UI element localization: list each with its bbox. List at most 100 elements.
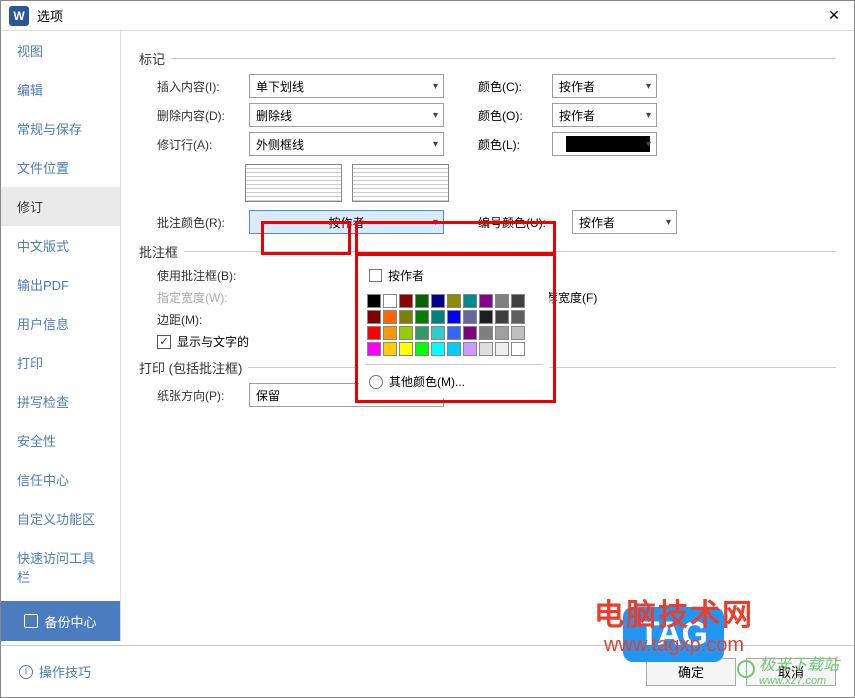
color-swatch[interactable]	[447, 326, 461, 340]
color-swatch[interactable]	[479, 294, 493, 308]
preview-area	[245, 164, 836, 202]
sidebar-item-spell[interactable]: 拼写检查	[1, 382, 120, 421]
color-swatch[interactable]	[431, 342, 445, 356]
sidebar-item-trust[interactable]: 信任中心	[1, 460, 120, 499]
info-icon: i	[19, 665, 33, 679]
color-swatch[interactable]	[511, 294, 525, 308]
download-icon: ↓	[737, 660, 755, 678]
close-icon[interactable]: ✕	[814, 1, 854, 31]
app-icon: W	[9, 6, 29, 26]
color-swatch[interactable]	[511, 342, 525, 356]
preview-left	[245, 164, 342, 202]
color-l-combo[interactable]	[552, 132, 657, 156]
content-panel: 标记 插入内容(I): 单下划线 颜色(C): 按作者 删除内容(D): 删除线…	[121, 31, 854, 641]
color-c-label: 颜色(C):	[478, 78, 548, 95]
popup-byauthor-row[interactable]: 按作者	[365, 263, 543, 292]
color-swatch[interactable]	[511, 326, 525, 340]
color-swatch[interactable]	[495, 294, 509, 308]
sidebar-item-revision[interactable]: 修订	[1, 187, 120, 226]
color-swatch[interactable]	[383, 326, 397, 340]
show-with-text-check[interactable]: ✓ 显示与文字的	[157, 333, 249, 350]
color-swatch[interactable]	[495, 310, 509, 324]
color-palette	[365, 292, 543, 358]
black-swatch	[566, 136, 650, 152]
num-color-label: 编号颜色(U):	[478, 214, 568, 231]
color-swatch[interactable]	[463, 326, 477, 340]
color-swatch[interactable]	[399, 310, 413, 324]
margin-label: 边距(M):	[157, 311, 245, 328]
num-color-combo[interactable]: 按作者	[572, 210, 677, 234]
palette-icon	[369, 375, 383, 389]
titlebar: W 选项 ✕	[1, 1, 854, 31]
color-swatch[interactable]	[431, 326, 445, 340]
color-swatch[interactable]	[463, 294, 477, 308]
more-colors-row[interactable]: 其他颜色(M)...	[365, 364, 543, 392]
color-o-combo[interactable]: 按作者	[552, 103, 657, 127]
color-swatch[interactable]	[479, 342, 493, 356]
color-swatch[interactable]	[415, 326, 429, 340]
sidebar: 视图 编辑 常规与保存 文件位置 修订 中文版式 输出PDF 用户信息 打印 拼…	[1, 31, 121, 641]
sidebar-item-filelocation[interactable]: 文件位置	[1, 148, 120, 187]
backup-label: 备份中心	[44, 612, 96, 631]
color-swatch[interactable]	[431, 310, 445, 324]
color-swatch[interactable]	[399, 294, 413, 308]
tips-link[interactable]: i 操作技巧	[19, 662, 91, 681]
backup-center-button[interactable]: 备份中心	[1, 601, 120, 641]
sidebar-item-chinese[interactable]: 中文版式	[1, 226, 120, 265]
sidebar-item-userinfo[interactable]: 用户信息	[1, 304, 120, 343]
checkbox-icon: ✓	[157, 335, 171, 349]
color-swatch[interactable]	[495, 326, 509, 340]
window-title: 选项	[37, 6, 814, 25]
use-frame-label: 使用批注框(B):	[157, 267, 257, 284]
color-swatch[interactable]	[447, 310, 461, 324]
line-label: 修订行(A):	[157, 136, 245, 153]
insert-combo[interactable]: 单下划线	[249, 74, 444, 98]
color-swatch[interactable]	[463, 310, 477, 324]
sidebar-item-view[interactable]: 视图	[1, 31, 120, 70]
fixed-width-label: 指定宽度(W):	[157, 289, 257, 306]
sidebar-item-edit[interactable]: 编辑	[1, 70, 120, 109]
delete-label: 删除内容(D):	[157, 107, 245, 124]
color-picker-popup: 按作者 其他颜色(M)...	[359, 257, 549, 398]
color-swatch[interactable]	[415, 342, 429, 356]
color-swatch[interactable]	[383, 342, 397, 356]
color-o-label: 颜色(O):	[478, 107, 548, 124]
color-swatch[interactable]	[399, 342, 413, 356]
sidebar-item-print[interactable]: 打印	[1, 343, 120, 382]
color-swatch[interactable]	[495, 342, 509, 356]
color-swatch[interactable]	[367, 342, 381, 356]
color-swatch[interactable]	[479, 326, 493, 340]
sidebar-item-general[interactable]: 常规与保存	[1, 109, 120, 148]
color-swatch[interactable]	[431, 294, 445, 308]
annot-color-combo[interactable]: 按作者	[249, 210, 444, 234]
color-swatch[interactable]	[367, 326, 381, 340]
watermark-xz7: ↓ 极光下载站 www.xz7.com	[737, 651, 839, 687]
color-swatch[interactable]	[367, 310, 381, 324]
color-c-combo[interactable]: 按作者	[552, 74, 657, 98]
insert-label: 插入内容(I):	[157, 78, 245, 95]
preview-right	[352, 164, 449, 202]
color-swatch[interactable]	[447, 294, 461, 308]
checkbox-icon	[369, 269, 382, 282]
color-swatch[interactable]	[415, 310, 429, 324]
color-swatch[interactable]	[447, 342, 461, 356]
color-l-label: 颜色(L):	[478, 136, 548, 153]
color-swatch[interactable]	[399, 326, 413, 340]
main-area: 视图 编辑 常规与保存 文件位置 修订 中文版式 输出PDF 用户信息 打印 拼…	[1, 31, 854, 641]
sidebar-item-qat[interactable]: 快速访问工具栏	[1, 538, 120, 596]
color-swatch[interactable]	[463, 342, 477, 356]
color-swatch[interactable]	[367, 294, 381, 308]
line-combo[interactable]: 外侧框线	[249, 132, 444, 156]
sidebar-item-customribbon[interactable]: 自定义功能区	[1, 499, 120, 538]
section-mark: 标记	[139, 49, 836, 68]
color-swatch[interactable]	[511, 310, 525, 324]
color-swatch[interactable]	[383, 310, 397, 324]
sidebar-item-pdf[interactable]: 输出PDF	[1, 265, 120, 304]
delete-combo[interactable]: 删除线	[249, 103, 444, 127]
color-swatch[interactable]	[383, 294, 397, 308]
sidebar-item-security[interactable]: 安全性	[1, 421, 120, 460]
color-swatch[interactable]	[415, 294, 429, 308]
paper-dir-label: 纸张方向(P):	[157, 387, 245, 404]
annot-color-label: 批注颜色(R):	[157, 214, 245, 231]
color-swatch[interactable]	[479, 310, 493, 324]
